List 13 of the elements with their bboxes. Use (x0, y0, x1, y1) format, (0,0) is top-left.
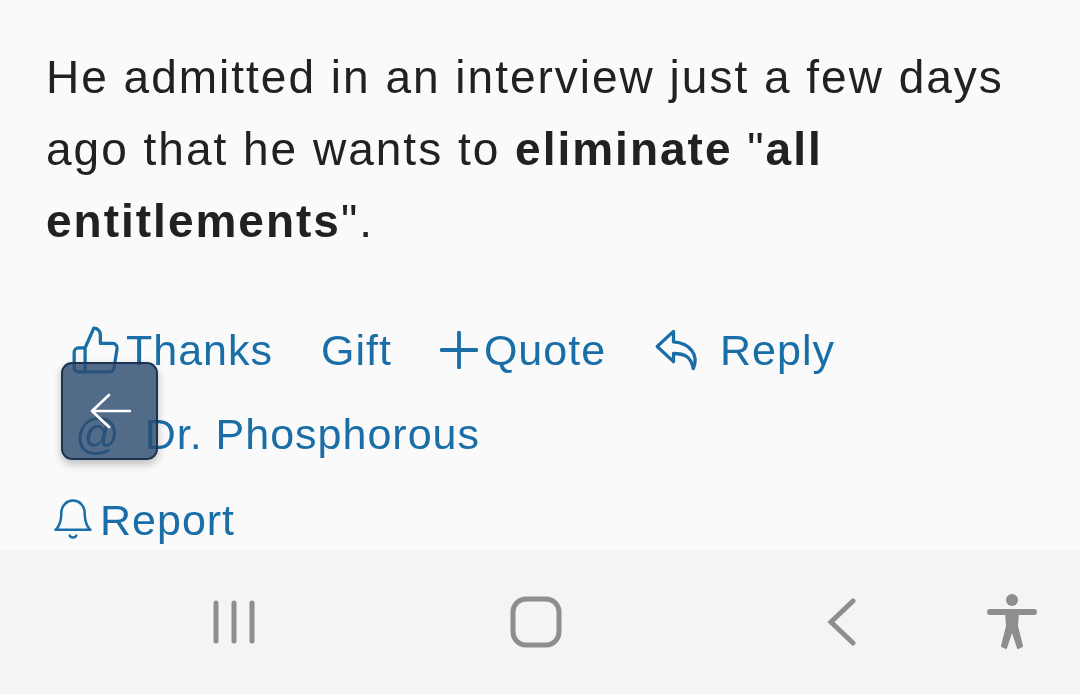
reply-link[interactable]: Reply (654, 322, 835, 378)
accessibility-button[interactable] (984, 592, 1040, 652)
post-text: He admitted in an interview just a few days ago that he wants to eliminate "all entitlements". (46, 50, 1005, 249)
gift-link[interactable]: Gift (321, 322, 392, 378)
at-icon: @ (75, 406, 121, 462)
bell-icon (54, 498, 92, 542)
report-link[interactable]: Report (54, 492, 236, 548)
back-chevron-icon (826, 598, 858, 646)
home-icon (510, 596, 562, 648)
plus-icon (439, 331, 478, 369)
quote-link[interactable]: Quote (439, 322, 607, 378)
home-button[interactable] (508, 594, 564, 650)
accessibility-icon (987, 594, 1037, 650)
